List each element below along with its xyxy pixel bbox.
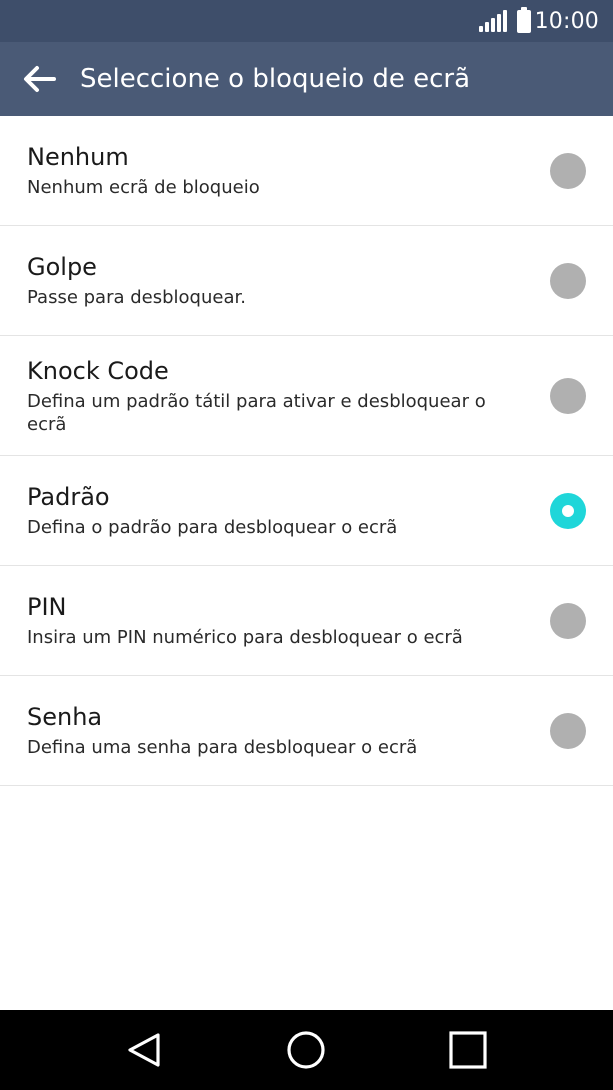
option-senha[interactable]: Senha Defina uma senha para desbloquear …	[0, 676, 613, 786]
radio-button[interactable]	[550, 152, 586, 189]
option-subtitle: Passe para desbloquear.	[27, 287, 246, 308]
status-bar: 10:00	[0, 0, 613, 42]
option-padrao[interactable]: Padrão Defina o padrão para desbloquear …	[0, 456, 613, 566]
battery-icon	[516, 6, 531, 33]
option-golpe[interactable]: Golpe Passe para desbloquear.	[0, 226, 613, 336]
option-nenhum[interactable]: Nenhum Nenhum ecrã de bloqueio	[0, 116, 613, 226]
option-title: Senha	[27, 703, 103, 731]
square-recents-icon	[449, 1031, 487, 1069]
option-title: PIN	[27, 593, 67, 621]
radio-button-selected[interactable]	[550, 492, 586, 529]
status-time: 10:00	[534, 8, 599, 34]
option-subtitle: Insira um PIN numérico para desbloquear …	[27, 627, 463, 648]
lock-options-list: Nenhum Nenhum ecrã de bloqueio Golpe Pas…	[0, 116, 613, 786]
triangle-back-icon	[128, 1033, 160, 1067]
option-subtitle: Defina uma senha para desbloquear o ecrã	[27, 737, 418, 758]
option-pin[interactable]: PIN Insira um PIN numérico para desbloqu…	[0, 566, 613, 676]
option-title: Golpe	[27, 253, 97, 281]
option-subtitle: Defina o padrão para desbloquear o ecrã	[27, 517, 398, 538]
circle-home-icon	[287, 1031, 325, 1069]
option-title: Padrão	[27, 483, 110, 511]
arrow-left-icon	[24, 66, 56, 92]
option-title: Knock Code	[27, 356, 169, 385]
navigation-bar	[0, 1010, 613, 1090]
option-title: Nenhum	[27, 143, 129, 171]
nav-recents-button[interactable]	[428, 1010, 508, 1090]
radio-button[interactable]	[550, 712, 586, 749]
nav-back-button[interactable]	[104, 1010, 184, 1090]
option-subtitle: Nenhum ecrã de bloqueio	[27, 177, 260, 198]
signal-icon	[478, 10, 507, 32]
back-button[interactable]	[0, 42, 78, 116]
screen: 10:00 Seleccione o bloqueio de ecrã Nenh…	[0, 0, 613, 1090]
nav-home-button[interactable]	[266, 1010, 346, 1090]
radio-button[interactable]	[550, 602, 586, 639]
page-title: Seleccione o bloqueio de ecrã	[80, 64, 471, 94]
radio-button[interactable]	[550, 377, 586, 414]
radio-button[interactable]	[550, 262, 586, 299]
option-subtitle: Defina um padrão tátil para ativar e des…	[27, 390, 486, 435]
option-knock-code[interactable]: Knock Code Defina um padrão tátil para a…	[0, 336, 613, 456]
app-bar: Seleccione o bloqueio de ecrã	[0, 42, 613, 116]
